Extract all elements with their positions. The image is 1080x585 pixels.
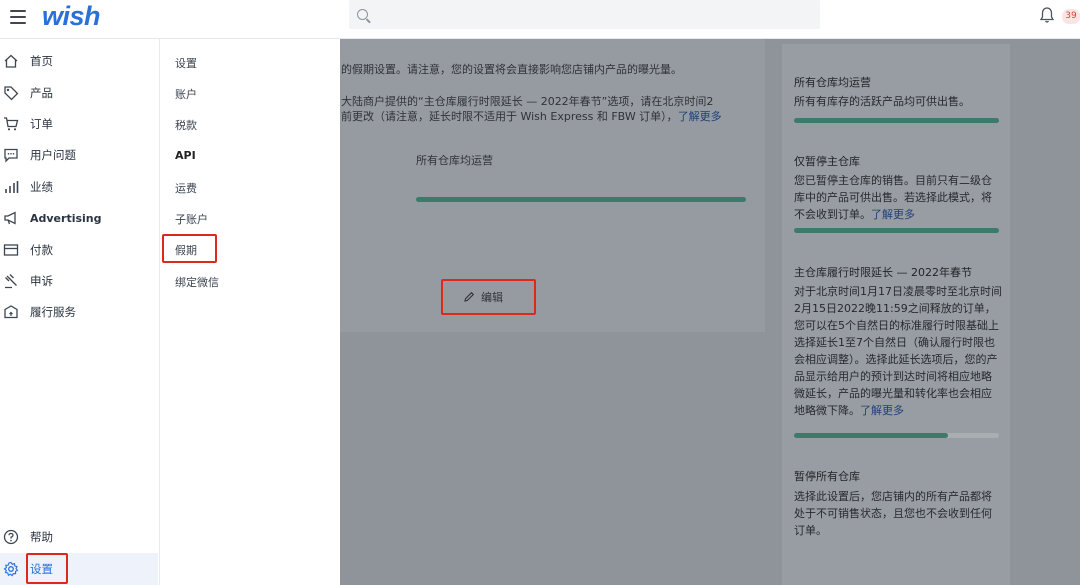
highlight-vacation [162,234,217,263]
nav-label: 首页 [30,54,53,68]
nav-item-appeals[interactable]: 申诉 [0,267,158,295]
option-pause-main-link[interactable]: 了解更多 [871,208,915,221]
card-icon [3,244,19,256]
nav-item-home[interactable]: 首页 [0,47,158,75]
nav-label: 用户问题 [30,148,76,162]
submenu-item-sub-accounts[interactable]: 子账户 [175,211,208,227]
megaphone-icon [4,211,16,225]
submenu-item-settings[interactable]: 设置 [175,55,197,71]
option-extend-desc: 对于北京时间1月17日凌晨零时至北京时间2月15日2022晚11:59之间释放的… [794,283,1002,419]
submenu-item-shipping[interactable]: 运费 [175,180,197,196]
nav-item-help[interactable]: 帮助 [0,523,158,551]
option-all-desc: 所有有库存的活跃产品均可供出售。 [794,95,970,108]
gavel-icon [5,274,17,289]
bar-chart-icon [5,181,19,193]
intro-text-line1: 的假期设置。请注意，您的设置将会直接影响您店铺内产品的曝光量。 [341,63,682,76]
highlight-edit [441,279,536,315]
gear-icon [3,561,19,577]
option-pause-main-bar [794,228,999,233]
notification-badge[interactable]: 39 [1062,9,1080,24]
option-extend-desc-body: 对于北京时间1月17日凌晨零时至北京时间2月15日2022晚11:59之间释放的… [794,285,1002,417]
option-extend-title[interactable]: 主仓库履行时限延长 — 2022年春节 [794,264,972,280]
nav-label: 业绩 [30,180,53,194]
submenu-item-api[interactable]: API [175,149,196,162]
option-pause-all-desc: 选择此设置后，您店铺内的所有产品都将处于不可销售状态，且您也不会收到任何订单。 [794,490,992,537]
search-input[interactable] [349,0,820,29]
nav-item-orders[interactable]: 订单 [0,110,158,138]
current-option-label: 所有仓库均运营 [416,154,493,167]
home-icon [4,54,18,68]
bell-icon[interactable] [1040,7,1054,24]
vacation-settings-card [340,39,765,332]
option-all-title[interactable]: 所有仓库均运营 [794,74,871,90]
nav-item-products[interactable]: 产品 [0,79,158,107]
intro-text-line2: 大陆商户提供的“主仓库履行时限延长 — 2022年春节”选项，请在北京时间2 [341,95,714,108]
option-extend-link[interactable]: 了解更多 [860,404,904,417]
nav-label: 付款 [30,243,53,257]
nav-label: 产品 [30,86,53,100]
search-icon [357,9,368,20]
tag-icon [4,86,19,101]
nav-label: 订单 [30,117,53,131]
nav-item-payments[interactable]: 付款 [0,236,158,264]
option-pause-main-title[interactable]: 仅暂停主仓库 [794,153,860,169]
submenu-item-tax[interactable]: 税款 [175,117,197,133]
nav-label: 申诉 [30,274,53,288]
top-bar: wish 39 [0,0,1080,39]
current-option-bar [416,197,746,202]
hamburger-menu-icon[interactable] [10,10,26,24]
nav-label: 履行服务 [30,305,76,319]
nav-item-settings[interactable]: 设置 [0,553,158,585]
option-all-bar [794,118,999,123]
nav-label: 帮助 [30,530,53,544]
nav-item-user-questions[interactable]: 用户问题 [0,141,158,169]
nav-label: Advertising [30,211,102,225]
option-pause-main-desc: 您已暂停主仓库的销售。目前只有二级仓库中的产品可供出售。若选择此模式，将不会收到… [794,172,1002,223]
help-icon [3,529,19,545]
highlight-settings [26,553,68,584]
nav-item-fulfillment[interactable]: 履行服务 [0,298,158,326]
box-icon [4,305,18,319]
primary-sidebar: 首页 产品 订单 用户问题 业绩 Advertising 付款 申诉 履行服务 … [0,39,160,585]
option-pause-all-title[interactable]: 暂停所有仓库 [794,468,860,484]
intro-text-line3: 前更改（请注意，延长时限不适用于 Wish Express 和 FBW 订单），… [341,108,722,124]
submenu-item-bind-wechat[interactable]: 绑定微信 [175,274,219,290]
wish-logo[interactable]: wish [42,1,101,32]
learn-more-link[interactable]: 了解更多 [678,110,722,123]
settings-submenu: 设置 账户 税款 API 运费 子账户 假期 绑定微信 [160,39,340,585]
cart-icon [4,117,19,131]
intro-text-line3-body: 前更改（请注意，延长时限不适用于 Wish Express 和 FBW 订单）， [341,110,678,123]
option-extend-bar [794,433,948,438]
nav-item-advertising[interactable]: Advertising [0,204,158,232]
chat-icon [4,148,18,163]
submenu-item-account[interactable]: 账户 [175,86,197,102]
nav-item-performance[interactable]: 业绩 [0,173,158,201]
